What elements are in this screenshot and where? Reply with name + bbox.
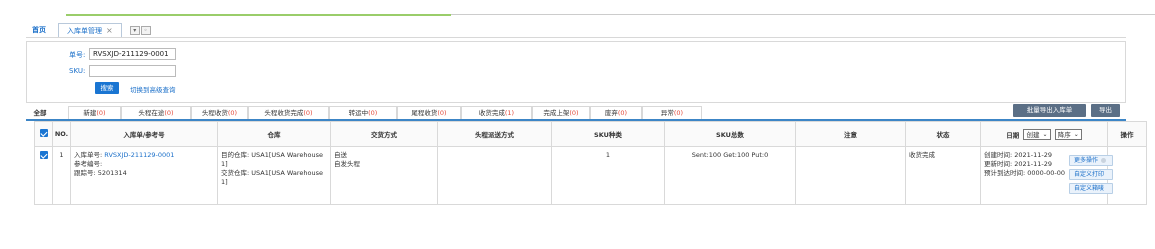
- status-tab-transferring[interactable]: 转运中(0): [329, 106, 397, 119]
- header-action: 操作: [1107, 121, 1147, 147]
- header-no: NO.: [52, 121, 71, 147]
- deliver-warehouse: 交货仓库: USA1[USA Warehouse 1]: [221, 169, 324, 186]
- order-number-input[interactable]: [89, 48, 176, 60]
- select-all-checkbox[interactable]: [39, 129, 48, 137]
- header-delivery: 交货方式: [330, 121, 438, 147]
- header-warehouse: 仓库: [217, 121, 331, 147]
- status-tab-discarded[interactable]: 废弃(0): [590, 106, 642, 119]
- row-actions-cell: [1107, 146, 1147, 205]
- order-number-link[interactable]: RVSXJD-211129-0001: [104, 151, 174, 159]
- sort-order-select[interactable]: 降序 ⌄: [1054, 128, 1082, 140]
- row-sku-type: 1: [551, 146, 665, 205]
- inbound-table: NO. 入库单/参考号 仓库 交货方式 头程派送方式 SKU种类 SKU总数 注…: [34, 121, 1147, 205]
- order-label: 单号:: [69, 51, 86, 59]
- more-actions-button[interactable]: 更多操作: [1069, 155, 1113, 166]
- header-order: 入库单/参考号: [70, 121, 218, 147]
- header-sku-total: SKU总数: [664, 121, 796, 147]
- batch-export-button[interactable]: 批量导出入库单: [1013, 104, 1086, 117]
- tab-divider: [26, 37, 1126, 38]
- row-checkbox[interactable]: [39, 151, 48, 159]
- table-row: 1 入库单号: RVSXJD-211129-0001 参考编号: 跟踪号: 52…: [34, 146, 1147, 205]
- dropdown-icon[interactable]: ▾: [129, 25, 140, 35]
- status-tab-first-receiving[interactable]: 头程收货(0): [191, 106, 248, 119]
- tab-inbound-management[interactable]: 入库单管理 ×: [58, 23, 122, 37]
- tab-label: 入库单管理: [67, 26, 102, 35]
- dest-warehouse: 目的仓库: USA1[USA Warehouse 1]: [221, 151, 324, 168]
- chevron-down-icon: ⌄: [1073, 130, 1079, 138]
- row-status: 收货完成: [905, 146, 981, 205]
- row-select-cell: [34, 146, 53, 205]
- status-tab-received[interactable]: 收货完成(1): [461, 106, 532, 119]
- header-date: 日期 创建 ⌄ 降序 ⌄: [980, 121, 1108, 147]
- status-tab-new[interactable]: 新建(0): [68, 106, 121, 119]
- export-button[interactable]: 导出: [1091, 104, 1120, 117]
- page-tabbar: 首页 入库单管理 × ▾ ◦: [26, 23, 151, 37]
- header-shipping: 头程派送方式: [437, 121, 552, 147]
- header-sku-type: SKU种类: [551, 121, 665, 147]
- row-note: [795, 146, 906, 205]
- select-all-cell: [34, 121, 53, 147]
- tab-home[interactable]: 首页: [26, 25, 52, 35]
- custom-box-label-button[interactable]: 自定义箱唛: [1069, 183, 1113, 194]
- dropdown-icon: [1101, 158, 1107, 163]
- top-loading-bar: [0, 0, 1155, 18]
- chevron-down-icon: ⌄: [1042, 130, 1048, 138]
- row-actions: 更多操作 自定义打印 自定义箱唛: [1063, 155, 1113, 197]
- date-type-select[interactable]: 创建 ⌄: [1023, 128, 1051, 140]
- status-tabs: 全部 新建(0) 头程在途(0) 头程收货(0) 头程收货完成(0) 转运中(0…: [26, 106, 1126, 119]
- status-tab-in-transit[interactable]: 头程在途(0): [121, 106, 191, 119]
- header-status: 状态: [905, 121, 981, 147]
- status-tab-exception[interactable]: 异常(0): [642, 106, 702, 119]
- date-label: 日期: [1006, 131, 1020, 139]
- row-no: 1: [52, 146, 71, 205]
- refresh-icon[interactable]: ◦: [140, 25, 151, 35]
- header-note: 注意: [795, 121, 906, 147]
- tab-controls: ▾ ◦: [129, 25, 151, 35]
- sku-label: SKU:: [69, 67, 86, 75]
- progress-rest: [451, 14, 1155, 15]
- row-order-cell: 入库单号: RVSXJD-211129-0001 参考编号: 跟踪号: 5201…: [70, 146, 218, 205]
- custom-print-button[interactable]: 自定义打印: [1069, 169, 1113, 180]
- status-tab-all[interactable]: 全部: [26, 106, 54, 119]
- progress-green: [66, 14, 451, 16]
- tracking-number: 跟踪号: 5201314: [74, 169, 127, 177]
- row-warehouse-cell: 目的仓库: USA1[USA Warehouse 1] 交货仓库: USA1[U…: [217, 146, 331, 205]
- advanced-search-link[interactable]: 切换到高级查询: [130, 84, 176, 94]
- row-delivery-cell: 自送 自发头程: [330, 146, 438, 205]
- row-shipping-cell: [437, 146, 552, 205]
- ref-label: 参考编号:: [74, 160, 103, 168]
- row-sku-total: Sent:100 Get:100 Put:0: [664, 146, 796, 205]
- close-icon[interactable]: ×: [106, 26, 113, 35]
- status-tab-first-received[interactable]: 头程收货完成(0): [248, 106, 329, 119]
- search-button[interactable]: 搜索: [95, 82, 119, 94]
- sku-input[interactable]: [89, 65, 176, 77]
- status-tab-last-receiving[interactable]: 尾程收货(0): [397, 106, 461, 119]
- status-tab-shelved[interactable]: 完成上架(0): [532, 106, 590, 119]
- search-panel: 单号: SKU: 搜索 切换到高级查询: [26, 41, 1126, 103]
- table-header-row: NO. 入库单/参考号 仓库 交货方式 头程派送方式 SKU种类 SKU总数 注…: [34, 121, 1147, 147]
